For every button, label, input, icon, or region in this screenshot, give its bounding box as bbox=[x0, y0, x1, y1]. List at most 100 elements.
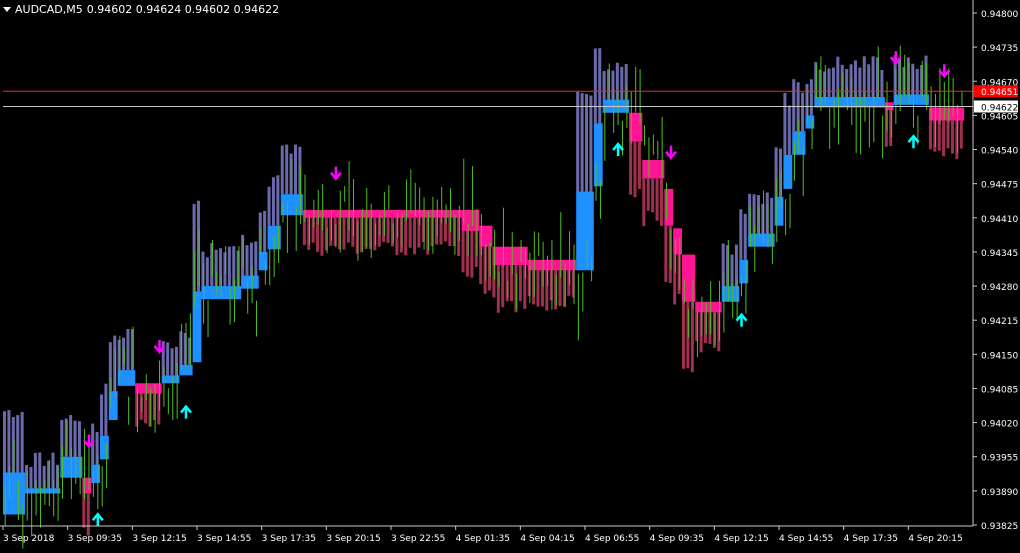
trend-stripe bbox=[809, 79, 813, 116]
downtrend-block bbox=[135, 383, 162, 394]
downtrend-block bbox=[695, 301, 722, 313]
trend-stripe bbox=[470, 230, 474, 278]
y-tick-label: 0.94800 bbox=[981, 10, 1018, 20]
trend-stripe bbox=[254, 241, 258, 276]
y-tick-label: 0.94280 bbox=[981, 283, 1018, 293]
trend-stripe bbox=[770, 198, 774, 234]
y-tick-label: 0.94150 bbox=[981, 351, 1018, 361]
trend-stripe bbox=[730, 254, 734, 287]
y-tick-label: 0.93890 bbox=[981, 488, 1018, 498]
trend-stripe bbox=[73, 420, 77, 457]
trend-stripe bbox=[827, 68, 831, 98]
x-tick-label: 4 Sep 04:15 bbox=[520, 534, 574, 544]
trend-stripe bbox=[276, 175, 280, 226]
uptrend-block bbox=[805, 115, 815, 129]
trend-stripe bbox=[602, 70, 606, 100]
uptrend-block bbox=[893, 94, 929, 105]
trend-stripe bbox=[280, 145, 284, 195]
trend-stripe bbox=[593, 48, 597, 124]
x-tick-label: 4 Sep 09:35 bbox=[650, 534, 704, 544]
trend-stripe bbox=[915, 68, 919, 95]
uptrend-block bbox=[3, 472, 26, 515]
trend-stripe bbox=[580, 93, 584, 192]
chart-area[interactable]: 0.94800 0.94735 0.94670 0.94605 0.94540 0.944… bbox=[0, 0, 1020, 549]
trend-stripe bbox=[858, 67, 862, 98]
x-tick-label: 4 Sep 17:35 bbox=[844, 534, 898, 544]
trend-stripe bbox=[598, 48, 602, 124]
trend-stripe bbox=[245, 245, 249, 276]
x-tick-label: 3 Sep 20:15 bbox=[326, 534, 380, 544]
y-tick-label: 0.94020 bbox=[981, 420, 1018, 430]
y-tick-label: 0.94085 bbox=[981, 385, 1018, 395]
x-tick-label: 3 Sep 09:35 bbox=[68, 534, 122, 544]
uptrend-block bbox=[774, 196, 784, 226]
buy-arrow-icon bbox=[735, 312, 748, 327]
trend-stripe bbox=[633, 141, 637, 198]
trend-stripe bbox=[38, 452, 42, 489]
trend-stripe bbox=[126, 329, 130, 371]
ohlc-label: 0.94602 0.94624 0.94602 0.94622 bbox=[86, 3, 280, 16]
trend-stripe bbox=[651, 178, 655, 213]
trend-stripe bbox=[831, 67, 835, 98]
trend-stripe bbox=[942, 120, 946, 157]
sell-arrow-icon bbox=[665, 145, 677, 160]
trend-stripe bbox=[801, 92, 805, 132]
trend-stripe bbox=[792, 79, 796, 132]
candles bbox=[4, 45, 963, 549]
buy-arrow-icon bbox=[180, 404, 192, 419]
y-tick-label: 0.94410 bbox=[981, 215, 1018, 225]
trend-stripe bbox=[880, 69, 884, 98]
uptrend-block bbox=[241, 275, 259, 289]
y-tick-label: 0.94475 bbox=[981, 181, 1018, 191]
trend-stripe bbox=[787, 105, 791, 155]
uptrend-block bbox=[91, 464, 100, 483]
trend-stripe bbox=[646, 178, 650, 211]
trend-stripe bbox=[3, 411, 7, 473]
x-tick-label: 4 Sep 12:15 bbox=[714, 534, 768, 544]
buy-arrow-icon bbox=[612, 142, 625, 157]
trend-stripe bbox=[77, 421, 81, 457]
trend-stripe bbox=[637, 141, 641, 189]
price-chart[interactable]: 0.948000.947350.946700.946050.945400.944… bbox=[0, 0, 1020, 549]
ask-price-badge: 0.94651 bbox=[981, 88, 1018, 98]
downtrend-block bbox=[664, 188, 674, 226]
buy-arrow-icon bbox=[907, 134, 920, 149]
downtrend-block bbox=[642, 160, 665, 179]
trend-stripe bbox=[285, 144, 289, 195]
trend-stripe bbox=[263, 210, 267, 252]
x-tick-label: 4 Sep 14:55 bbox=[779, 534, 833, 544]
trend-stripe bbox=[227, 246, 231, 287]
trend-stripe bbox=[959, 120, 963, 149]
trend-stripe bbox=[783, 92, 787, 155]
trend-stripe bbox=[166, 342, 170, 376]
dropdown-triangle-icon[interactable] bbox=[3, 7, 11, 12]
y-tick-label: 0.93955 bbox=[981, 454, 1018, 464]
trend-stripe bbox=[100, 394, 104, 436]
y-tick-label: 0.94605 bbox=[981, 112, 1018, 122]
trend-stripe bbox=[682, 301, 686, 369]
trend-stripe bbox=[86, 493, 90, 536]
uptrend-block bbox=[783, 154, 793, 189]
x-tick-label: 3 Sep 12:15 bbox=[132, 534, 186, 544]
trend-stripe bbox=[29, 466, 33, 489]
trend-stripe bbox=[642, 178, 646, 227]
trend-stripe bbox=[20, 411, 24, 473]
y-tick-label: 0.94345 bbox=[981, 249, 1018, 259]
uptrend-block bbox=[280, 194, 303, 216]
x-tick-label: 3 Sep 22:55 bbox=[391, 534, 445, 544]
trend-stripe bbox=[342, 217, 346, 250]
x-tick-label: 4 Sep 20:15 bbox=[908, 534, 962, 544]
trend-stripe bbox=[413, 217, 417, 255]
chart-title-bar: AUDCAD,M5 0.94602 0.94624 0.94602 0.9462… bbox=[3, 3, 279, 16]
buy-arrow-icon bbox=[91, 512, 104, 527]
trend-blocks bbox=[3, 48, 965, 536]
downtrend-block bbox=[928, 107, 965, 121]
trend-stripe bbox=[536, 270, 540, 307]
trend-stripe bbox=[629, 141, 633, 195]
symbol-label: AUDCAD,M5 bbox=[15, 3, 83, 16]
trend-stripe bbox=[585, 94, 589, 192]
trend-stripe bbox=[408, 217, 412, 248]
uptrend-block bbox=[25, 488, 61, 494]
sell-arrow-icon bbox=[329, 166, 342, 181]
trend-stripe bbox=[7, 410, 11, 473]
